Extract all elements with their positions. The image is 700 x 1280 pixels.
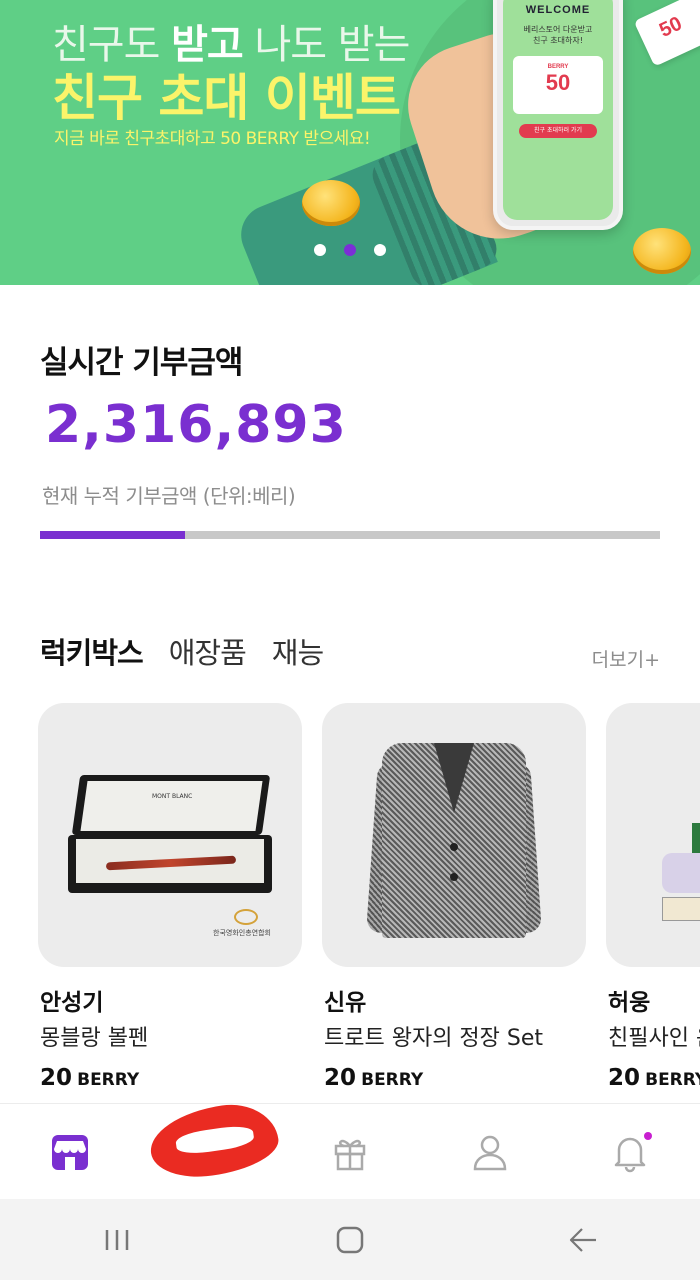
banner-subtitle: 지금 바로 친구초대하고 50 BERRY 받으세요! bbox=[54, 129, 371, 149]
donation-progress-bar bbox=[40, 531, 660, 539]
product-artist: 안성기 bbox=[40, 990, 104, 1016]
product-price: 20 BERRY bbox=[40, 1065, 140, 1091]
tab-luckybox[interactable]: 럭키박스 bbox=[40, 630, 144, 672]
store-icon bbox=[52, 1134, 88, 1170]
product-card[interactable]: 신유 트로트 왕자의 정장 Set 20 BERRY bbox=[322, 703, 586, 1091]
association-caption: 한국영화인총연합회 bbox=[213, 929, 271, 937]
carousel-dot[interactable] bbox=[314, 244, 326, 256]
back-icon bbox=[570, 1227, 597, 1252]
phone-welcome-text: WELCOME bbox=[525, 4, 591, 16]
notification-badge bbox=[644, 1132, 652, 1140]
shoe-image bbox=[662, 823, 700, 933]
home-icon bbox=[336, 1226, 364, 1253]
donation-subtitle: 현재 누적 기부금액 (단위:베리) bbox=[42, 484, 296, 508]
system-navigation-bar bbox=[0, 1199, 700, 1280]
association-logo bbox=[234, 909, 258, 925]
bottom-navigation bbox=[0, 1103, 700, 1199]
product-artist: 허웅 bbox=[608, 990, 651, 1016]
product-artist: 신유 bbox=[324, 990, 367, 1016]
event-banner[interactable]: 친구도 받고 나도 받는 친구 초대 이벤트 지금 바로 친구초대하고 50 B… bbox=[0, 0, 700, 285]
product-card[interactable]: 허웅 친필사인 운 20 BERRY bbox=[606, 703, 700, 1091]
tab-talent[interactable]: 재능 bbox=[272, 630, 324, 672]
jacket-image bbox=[366, 733, 542, 938]
product-name: 친필사인 운 bbox=[608, 1026, 700, 1051]
phone-sub-text: 베리스토어 다운받고 친구 초대하자! bbox=[523, 25, 593, 45]
product-carousel: MONT BLANC 한국영화인총연합회 안성기 몽블랑 볼펜 20 BERRY… bbox=[38, 703, 700, 1103]
phone-illustration: WELCOME 베리스토어 다운받고 친구 초대하자! BERRY 50 친구 초… bbox=[493, 0, 623, 230]
donation-amount: 2,316,893 bbox=[45, 395, 347, 455]
nav-store[interactable] bbox=[0, 1104, 140, 1199]
pen-box-image: MONT BLANC bbox=[68, 775, 272, 895]
ticket-value: 50 bbox=[545, 70, 571, 95]
gift-icon bbox=[334, 1139, 366, 1170]
carousel-dot-active[interactable] bbox=[344, 244, 356, 256]
person-icon bbox=[473, 1135, 507, 1170]
product-name: 몽블랑 볼펜 bbox=[40, 1026, 149, 1051]
nav-gift[interactable] bbox=[280, 1104, 420, 1199]
coin-icon bbox=[633, 228, 691, 274]
home-button[interactable] bbox=[233, 1199, 466, 1280]
phone-invite-button: 친구 초대하러 가기 bbox=[519, 124, 597, 138]
tab-treasures[interactable]: 애장품 bbox=[169, 630, 247, 672]
phone-ticket: BERRY 50 bbox=[513, 56, 603, 114]
banner-title: 친구 초대 이벤트 bbox=[52, 69, 401, 127]
recent-apps-button[interactable] bbox=[0, 1199, 233, 1280]
nav-notifications[interactable] bbox=[560, 1104, 700, 1199]
back-button[interactable] bbox=[467, 1199, 700, 1280]
carousel-dot[interactable] bbox=[374, 244, 386, 256]
donation-title: 실시간 기부금액 bbox=[40, 345, 243, 381]
product-price: 20 BERRY bbox=[324, 1065, 424, 1091]
product-image[interactable] bbox=[606, 703, 700, 967]
nav-mypage[interactable] bbox=[420, 1104, 560, 1199]
category-tabs: 럭키박스 애장품 재능 bbox=[40, 630, 324, 672]
product-card[interactable]: MONT BLANC 한국영화인총연합회 안성기 몽블랑 볼펜 20 BERRY bbox=[38, 703, 302, 1091]
donation-progress-fill bbox=[40, 531, 186, 539]
product-price: 20 BERRY bbox=[608, 1065, 700, 1091]
recent-apps-icon bbox=[105, 1229, 128, 1250]
product-image[interactable] bbox=[322, 703, 586, 967]
product-image[interactable]: MONT BLANC 한국영화인총연합회 bbox=[38, 703, 302, 967]
product-name: 트로트 왕자의 정장 Set bbox=[324, 1026, 544, 1051]
more-link[interactable]: 더보기+ bbox=[592, 645, 660, 672]
carousel-indicators bbox=[314, 244, 386, 256]
coin-icon bbox=[302, 180, 360, 226]
